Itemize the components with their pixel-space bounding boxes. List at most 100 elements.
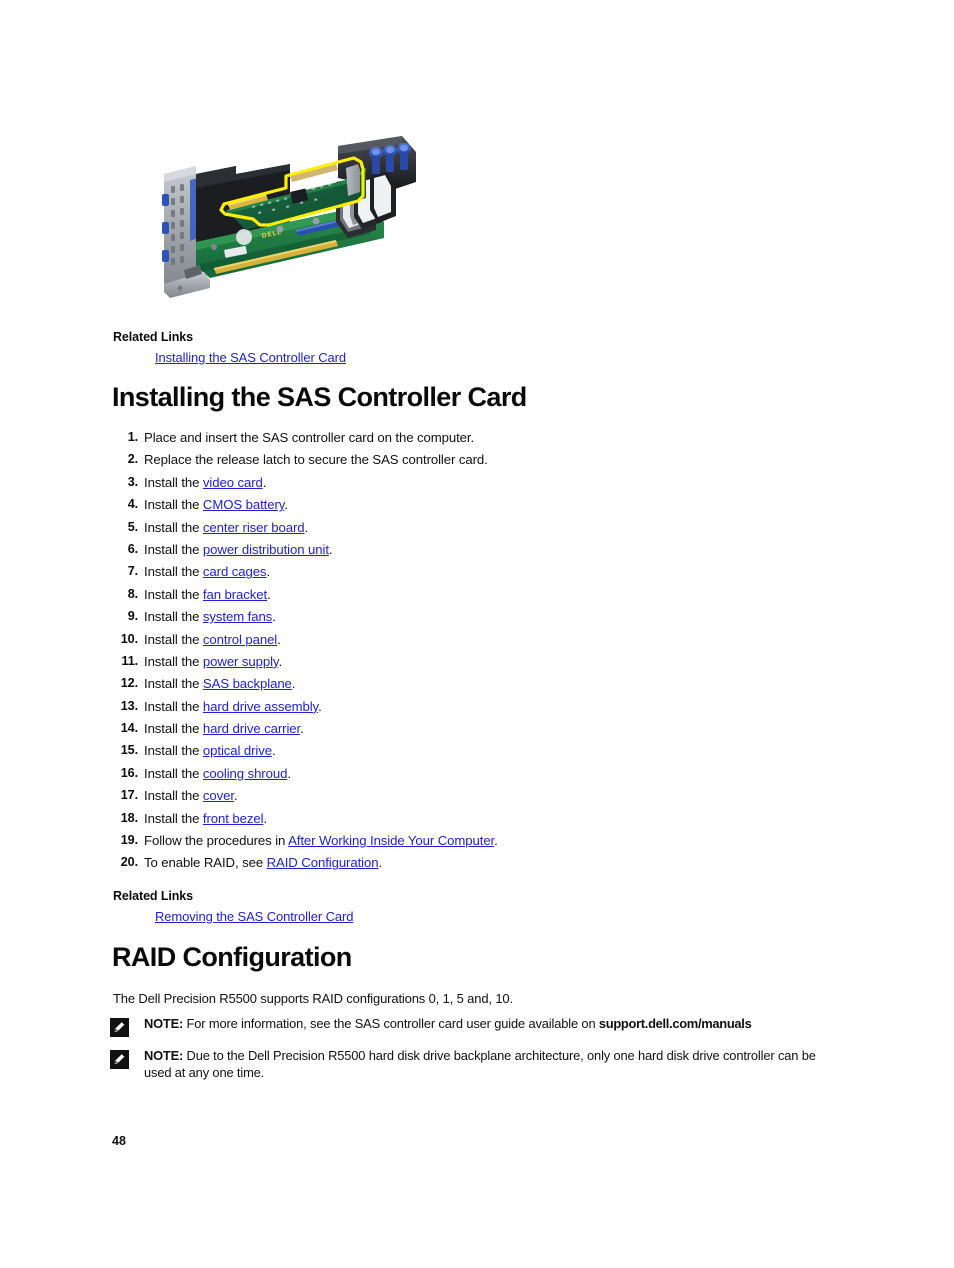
step-number: 4. [127,497,138,512]
step-text-prefix: Install the [144,765,203,781]
step-link[interactable]: front bezel [203,811,264,826]
note-block-1: NOTE: For more information, see the SAS … [110,1016,830,1037]
step-text-prefix: Install the [144,474,203,490]
step-text: Install the CMOS battery. [144,497,288,512]
install-step: 10. Install the control panel. [110,632,870,654]
related-links-heading-top: Related Links [113,330,193,344]
step-text: Install the cover. [144,788,238,803]
step-link[interactable]: After Working Inside Your Computer [288,833,494,848]
step-link[interactable]: system fans [203,609,272,624]
install-step: 9. Install the system fans. [110,609,870,631]
step-text: To enable RAID, see RAID Configuration. [144,855,382,870]
step-text-suffix: . [291,676,296,692]
step-number: 5. [127,519,138,534]
sas-controller-card-figure: DELL [140,118,432,316]
step-number: 9. [127,609,138,624]
note-body-text-2: Due to the Dell Precision R5500 hard dis… [144,1048,816,1080]
step-number: 18. [120,810,138,825]
note-block-2: NOTE: Due to the Dell Precision R5500 ha… [110,1048,830,1081]
step-text-prefix: Install the [144,519,203,535]
step-text: Install the front bezel. [144,811,267,826]
step-link[interactable]: center riser board [203,520,305,535]
step-text: Follow the procedures in After Working I… [144,833,498,848]
step-text-suffix: . [494,833,498,849]
step-text: Replace the release latch to secure the … [144,452,488,467]
step-number: 7. [127,564,138,579]
install-step: 4. Install the CMOS battery. [110,497,870,519]
install-step: 2. Replace the release latch to secure th… [110,452,870,474]
step-text-prefix: Install the [144,497,203,513]
step-link[interactable]: CMOS battery [203,497,284,512]
step-number: 8. [127,586,138,601]
note-pencil-icon [110,1018,129,1037]
install-step: 17. Install the cover. [110,788,870,810]
install-step: 7. Install the card cages. [110,564,870,586]
note-label-1: NOTE: [144,1016,184,1031]
step-text-prefix: Install the [144,631,203,647]
step-link[interactable]: hard drive carrier [203,721,300,736]
step-number: 6. [127,541,138,556]
install-step: 13. Install the hard drive assembly. [110,699,870,721]
step-number: 12. [120,676,138,691]
step-number: 3. [127,474,138,489]
step-text-suffix: . [378,855,383,871]
step-number: 11. [121,653,138,668]
step-text-suffix: . [318,698,322,714]
step-text: Install the control panel. [144,632,281,647]
install-step: 3. Install the video card. [110,475,870,497]
note-text-1: NOTE: For more information, see the SAS … [144,1016,830,1033]
note-label-2: NOTE: [144,1048,184,1063]
step-link[interactable]: cooling shroud [203,766,287,781]
step-text: Place and insert the SAS controller card… [144,430,474,445]
step-link[interactable]: RAID Configuration [267,855,379,870]
step-text-prefix: Install the [144,586,203,602]
step-text-suffix: . [300,721,304,737]
related-link-installing-sas-controller-card[interactable]: Installing the SAS Controller Card [155,350,346,365]
step-text-prefix: Install the [144,743,203,759]
step-text-suffix: . [304,519,309,535]
install-step: 12. Install the SAS backplane. [110,676,870,698]
step-number: 1. [127,430,138,444]
step-number: 20. [120,855,138,870]
step-number: 19. [120,833,138,848]
step-text-prefix: Install the [144,609,203,625]
step-text-suffix: . [272,743,276,759]
related-link-removing-sas-controller-card[interactable]: Removing the SAS Controller Card [155,909,353,924]
step-text-prefix: Replace the release latch to secure the … [144,452,488,468]
page-title-installing-sas-controller-card: Installing the SAS Controller Card [112,382,527,412]
note-text-2: NOTE: Due to the Dell Precision R5500 ha… [144,1048,830,1081]
step-link[interactable]: fan bracket [203,587,267,602]
step-text: Install the power distribution unit. [144,541,333,557]
step-text-suffix: . [277,631,281,647]
step-link[interactable]: hard drive assembly [203,699,318,714]
step-link[interactable]: power supply [203,654,279,669]
step-number: 15. [120,743,138,758]
step-text-suffix: . [278,653,283,669]
step-link[interactable]: power distribution unit [203,542,329,557]
install-step: 19. Follow the procedures in After Workin… [110,833,870,855]
step-text: Install the cooling shroud. [144,766,291,781]
step-text-prefix: Install the [144,721,203,737]
step-text-suffix: . [262,474,267,490]
step-text-prefix: Place and insert the SAS controller card… [144,430,475,445]
page-title-raid-configuration: RAID Configuration [112,942,352,972]
install-steps-list: 1. Place and insert the SAS controller ca… [110,430,870,878]
step-text-suffix: . [287,765,291,781]
step-number: 14. [120,721,138,736]
step-text-prefix: Install the [144,541,203,557]
step-link[interactable]: card cages [203,564,267,579]
step-link[interactable]: control panel [203,632,277,647]
step-number: 10. [120,631,138,646]
install-step: 8. Install the fan bracket. [110,587,870,609]
step-text: Install the SAS backplane. [144,676,295,691]
step-link[interactable]: video card [203,475,263,490]
note-body-text-1: For more information, see the SAS contro… [183,1016,599,1031]
step-text: Install the system fans. [144,609,276,624]
step-text-suffix: . [284,497,288,513]
step-link[interactable]: cover [203,788,234,803]
step-number: 17. [120,788,138,803]
step-link[interactable]: SAS backplane [203,676,292,691]
step-link[interactable]: optical drive [203,743,272,758]
related-links-heading-bottom: Related Links [113,889,193,903]
step-text-prefix: Install the [144,698,203,714]
